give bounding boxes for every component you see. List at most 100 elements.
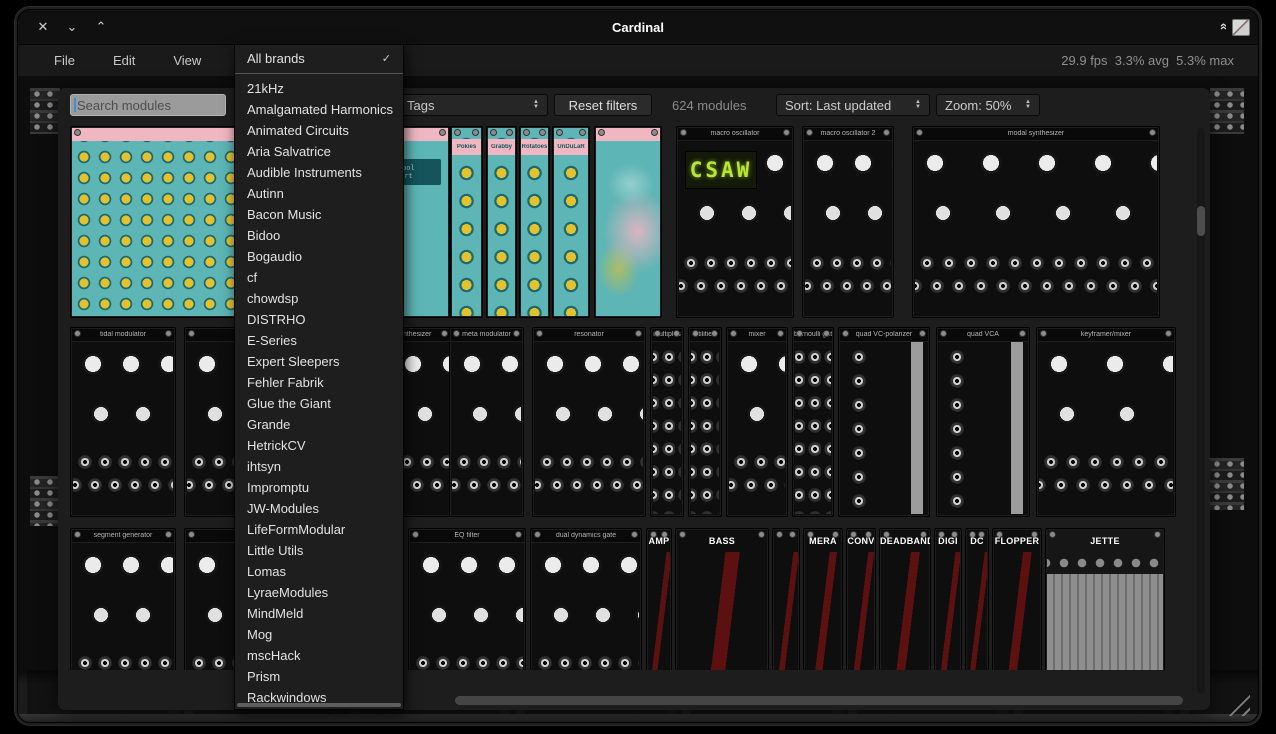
brand-option-cf[interactable]: cf — [235, 267, 403, 288]
module-quad-vca[interactable]: quad VCA — [936, 327, 1030, 517]
brand-dropdown-list: All brands ✓ 21kHz Amalgamated Harmonics… — [235, 48, 403, 708]
screw-icon — [580, 130, 585, 135]
midi-keyboard-icon[interactable] — [1232, 19, 1250, 36]
brand-option-expert-sleepers[interactable]: Expert Sleepers — [235, 351, 403, 372]
module-header: resonator — [534, 329, 644, 342]
module-utilities[interactable]: utilities — [688, 327, 722, 517]
double-chevron-up-icon[interactable]: » — [1215, 25, 1230, 30]
module-pokies[interactable]: Pokies — [450, 126, 483, 318]
screw-icon — [778, 331, 783, 336]
brand-option-lifeformmodular[interactable]: LifeFormModular — [235, 519, 403, 540]
module-undular[interactable]: UnDuLaR — [552, 126, 590, 318]
brand-option-prism[interactable]: Prism — [235, 666, 403, 687]
module-header: meta modulator — [451, 329, 522, 342]
module-conv[interactable]: CONV — [846, 528, 876, 670]
brand-option-glue-the-giant[interactable]: Glue the Giant — [235, 393, 403, 414]
brand-option-aria-salvatrice[interactable]: Aria Salvatrice — [235, 141, 403, 162]
module-bernoulli-gate[interactable]: bernoulli gate — [792, 327, 834, 517]
brand-option-grande[interactable]: Grande — [235, 414, 403, 435]
module-tile[interactable] — [594, 126, 662, 318]
brand-option-hetrickcv[interactable]: HetrickCV — [235, 435, 403, 456]
brand-option-bacon-music[interactable]: Bacon Music — [235, 204, 403, 225]
module-flopper[interactable]: FLOPPER — [992, 528, 1042, 670]
module-digi[interactable]: DIGI — [934, 528, 962, 670]
module-tidal-modulator[interactable]: tidal modulator — [70, 327, 176, 517]
brand-option-autinn[interactable]: Autinn — [235, 183, 403, 204]
screw-icon — [189, 331, 194, 336]
brand-option-mindmeld[interactable]: MindMeld — [235, 603, 403, 624]
brand-option-animated-circuits[interactable]: Animated Circuits — [235, 120, 403, 141]
module-macro-oscillator-2[interactable]: macro oscillator 2 — [802, 126, 894, 318]
brand-option-label: All brands — [247, 51, 305, 66]
brand-option-all-brands[interactable]: All brands ✓ — [235, 48, 403, 69]
close-icon[interactable]: ✕ — [36, 19, 50, 35]
brand-option-amalgamated-harmonics[interactable]: Amalgamated Harmonics — [235, 99, 403, 120]
chevron-down-icon[interactable]: ⌄ — [65, 19, 79, 35]
module-mixer[interactable]: mixer — [726, 327, 788, 517]
brand-option-fehler-fabrik[interactable]: Fehler Fabrik — [235, 372, 403, 393]
screw-icon — [440, 130, 445, 135]
module-modal-synthesizer[interactable]: modal synthesizer — [912, 126, 1160, 318]
module-multiples[interactable]: multiples — [650, 327, 684, 517]
module-quad-vc-polarizer[interactable]: quad VC-polarizer — [838, 327, 930, 517]
module-name: BASS — [676, 536, 768, 546]
module-deadband[interactable]: DEADBAND — [879, 528, 931, 670]
menu-edit[interactable]: Edit — [99, 50, 149, 71]
module-bass[interactable]: BASS — [675, 528, 769, 670]
brand-option-mog[interactable]: Mog — [235, 624, 403, 645]
screw-icon — [473, 130, 478, 135]
brand-option-impromptu[interactable]: Impromptu — [235, 477, 403, 498]
module-name: MERA — [804, 536, 842, 546]
module-panel-art — [841, 341, 927, 514]
brand-option-little-utils[interactable]: Little Utils — [235, 540, 403, 561]
brand-option-lyraemodules[interactable]: LyraeModules — [235, 582, 403, 603]
module-dual-dynamics-gate[interactable]: dual dynamics gate — [530, 528, 642, 670]
module-name: CONV — [847, 536, 875, 546]
module-panel-art — [994, 530, 1040, 670]
module-keyframer-mixer[interactable]: keyframer/mixer — [1036, 327, 1176, 517]
vertical-scrollbar-thumb[interactable] — [1197, 206, 1205, 236]
screw-icon — [516, 532, 521, 537]
module-segment-generator[interactable]: segment generator — [70, 528, 176, 670]
brand-option-jw-modules[interactable]: JW-Modules — [235, 498, 403, 519]
module-jette[interactable]: JETTE — [1045, 528, 1165, 670]
brand-option-mschack[interactable]: mscHack — [235, 645, 403, 666]
brand-option-label: Mog — [247, 627, 272, 642]
module-macro-oscillator[interactable]: macro oscillator CSAW — [676, 126, 794, 318]
chevron-up-icon[interactable]: ⌃ — [94, 19, 108, 35]
module-name: dual dynamics gate — [532, 532, 640, 539]
screw-icon — [777, 532, 782, 537]
brand-option-lomas[interactable]: Lomas — [235, 561, 403, 582]
menu-file[interactable]: File — [40, 50, 89, 71]
screw-icon — [790, 532, 795, 537]
module-dc[interactable]: DC — [965, 528, 989, 670]
dropdown-scrollbar[interactable] — [237, 703, 401, 707]
menu-view[interactable]: View — [159, 50, 215, 71]
screw-icon — [599, 130, 604, 135]
brand-option-audible-instruments[interactable]: Audible Instruments — [235, 162, 403, 183]
screw-icon — [75, 130, 80, 135]
module-amp[interactable]: AMP — [646, 528, 672, 670]
module-tile[interactable] — [772, 528, 800, 670]
module-mera[interactable]: MERA — [803, 528, 843, 670]
brand-option-ihtsyn[interactable]: ihtsyn — [235, 456, 403, 477]
module-rotatoes[interactable]: Rotatoes — [519, 126, 550, 318]
brand-option-chowdsp[interactable]: chowdsp — [235, 288, 403, 309]
screw-icon — [455, 130, 460, 135]
brand-option-21khz[interactable]: 21kHz — [235, 78, 403, 99]
module-eq-filter[interactable]: EQ filter — [408, 528, 526, 670]
brand-option-bogaudio[interactable]: Bogaudio — [235, 246, 403, 267]
module-grabby[interactable]: Grabby — [486, 126, 517, 318]
module-panel-art — [967, 530, 987, 670]
module-name: tidal modulator — [72, 331, 174, 338]
module-resonator[interactable]: resonator — [532, 327, 646, 517]
brand-option-e-series[interactable]: E-Series — [235, 330, 403, 351]
brand-option-label: Bidoo — [247, 228, 280, 243]
brand-option-distrho[interactable]: DISTRHO — [235, 309, 403, 330]
horizontal-scrollbar-thumb[interactable] — [455, 696, 1183, 705]
module-meta-modulator[interactable]: meta modulator — [449, 327, 524, 517]
brand-option-bidoo[interactable]: Bidoo — [235, 225, 403, 246]
screen: ✕ ⌄ ⌃ Cardinal » File Edit View Engine H… — [0, 0, 1276, 734]
module-name: resonator — [534, 331, 644, 338]
module-name: DEADBAND — [880, 536, 930, 546]
